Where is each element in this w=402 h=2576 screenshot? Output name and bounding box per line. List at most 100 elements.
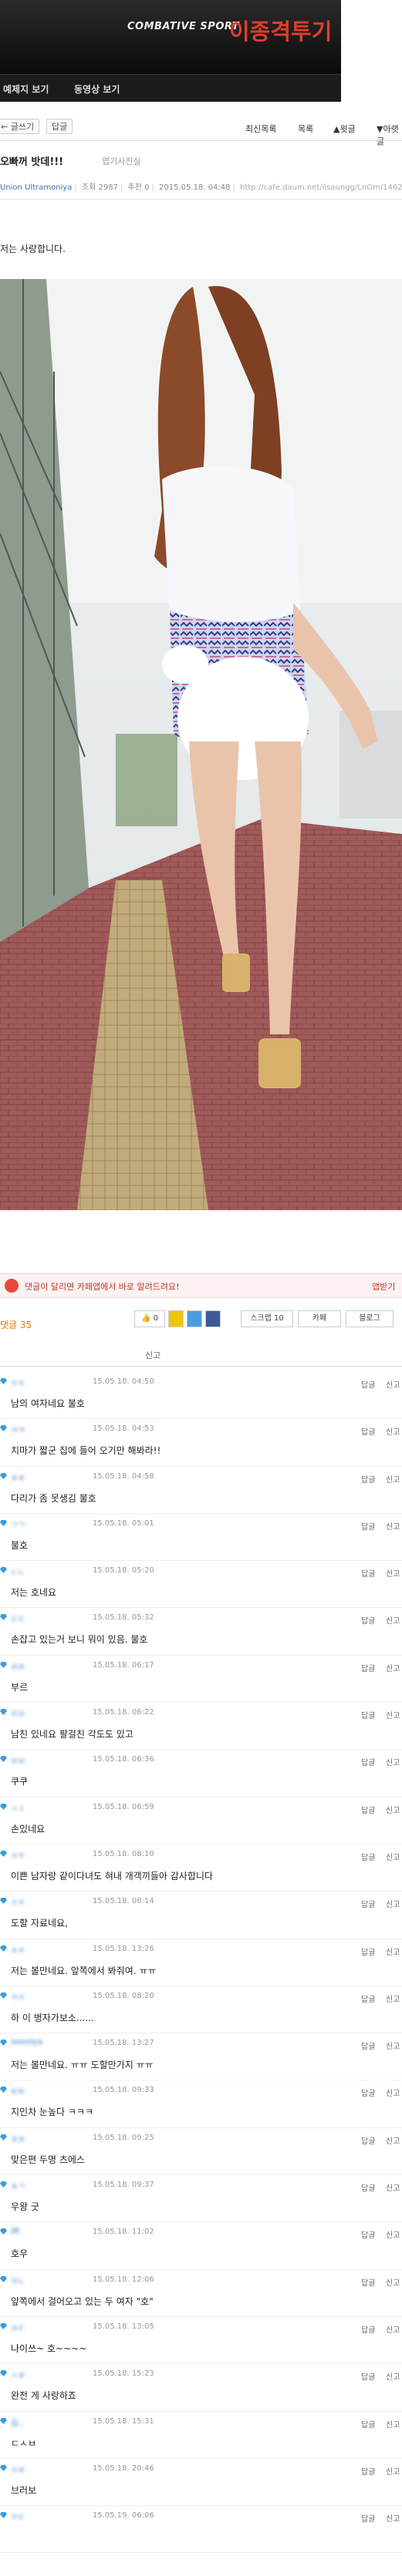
comment-author[interactable]: ㅋㅈ xyxy=(11,1991,25,2003)
comment-author[interactable]: moniya xyxy=(11,2038,42,2046)
like-button[interactable]: 👍 0 xyxy=(134,1310,165,1327)
comment-author[interactable]: ㄷㄷ xyxy=(11,1613,25,1624)
comment-count[interactable]: 댓글 35 xyxy=(0,1318,32,1331)
comment-reply-link[interactable]: 답글 xyxy=(361,1993,375,2004)
comment-author[interactable]: ㄴㄴ xyxy=(11,1565,25,1577)
comment-reply-link[interactable]: 답글 xyxy=(361,2228,375,2240)
write-button[interactable]: ← 글쓰기 xyxy=(0,119,40,134)
reply-button[interactable]: 답글 xyxy=(46,119,73,134)
comment-report-link[interactable]: 신고 xyxy=(386,2323,400,2335)
comment-item: JB 15.05.18. 11:02 호우 답글 신고 xyxy=(0,2222,402,2270)
comment-report-link[interactable]: 신고 xyxy=(386,2040,400,2051)
list-link[interactable]: 목록 xyxy=(298,123,313,135)
comment-reply-link[interactable]: 답글 xyxy=(361,2323,375,2335)
comment-report-link[interactable]: 신고 xyxy=(386,1945,400,1957)
kakao-icon[interactable] xyxy=(168,1310,184,1327)
comment-author[interactable]: ㅎㄱ xyxy=(11,2180,25,2191)
banner-title[interactable]: 이종격투기 xyxy=(229,14,332,46)
comment-author[interactable]: ㅁㄴ xyxy=(11,2275,25,2286)
comment-author[interactable]: ㅈㄷ xyxy=(11,2510,25,2522)
comment-reply-link[interactable]: 답글 xyxy=(361,1804,375,1815)
comment-report-link[interactable]: 신고 xyxy=(386,1567,400,1579)
comment-report-link[interactable]: 신고 xyxy=(386,1520,400,1532)
comment-reply-link[interactable]: 답글 xyxy=(361,1898,375,1909)
comment-report-link[interactable]: 신고 xyxy=(386,2418,400,2430)
comment-report-link[interactable]: 신고 xyxy=(386,2276,400,2288)
comment-reply-link[interactable]: 답글 xyxy=(361,1520,375,1532)
nav-video-link[interactable]: 동영상 보기 xyxy=(74,82,120,96)
comment-report-link[interactable]: 신고 xyxy=(386,1756,400,1767)
comment-report-link[interactable]: 신고 xyxy=(386,1898,400,1909)
comment-reply-link[interactable]: 답글 xyxy=(361,1709,375,1720)
comment-author[interactable]: ㅊㅊ xyxy=(11,1944,25,1956)
comment-report-link[interactable]: 신고 xyxy=(386,1804,400,1815)
comment-author[interactable]: ㅅㄹ xyxy=(11,2369,25,2380)
comment-reply-link[interactable]: 답글 xyxy=(361,2181,375,2193)
comment-author[interactable]: JB xyxy=(11,2227,19,2235)
comment-reply-link[interactable]: 답글 xyxy=(361,1425,375,1437)
comment-reply-link[interactable]: 답글 xyxy=(361,1756,375,1767)
post-category[interactable]: 엽기사진실 xyxy=(102,155,141,167)
comment-report-link[interactable]: 신고 xyxy=(386,1993,400,2004)
comment-author[interactable]: ㅂㄷ xyxy=(11,2322,25,2333)
comment-reply-link[interactable]: 답글 xyxy=(361,2465,375,2477)
comment-reply-link[interactable]: 답글 xyxy=(361,2087,375,2098)
comment-report-link[interactable]: 신고 xyxy=(386,2134,400,2146)
comment-reply-link[interactable]: 답글 xyxy=(361,1378,375,1390)
comment-reply-link[interactable]: 답글 xyxy=(361,2276,375,2288)
comment-reply-link[interactable]: 답글 xyxy=(361,2040,375,2051)
comment-report-link[interactable]: 신고 xyxy=(386,2087,400,2098)
comment-report-link[interactable]: 신고 xyxy=(386,1473,400,1485)
comment-reply-link[interactable]: 답글 xyxy=(361,1567,375,1579)
cafe-share-button[interactable]: 카페 xyxy=(298,1310,341,1327)
comment-report-link[interactable]: 신고 xyxy=(386,2512,400,2524)
comment-author[interactable]: ㄹㄹ xyxy=(11,1660,25,1672)
comment-author[interactable]: ㅅㅅ xyxy=(11,1802,25,1814)
comment-report-link[interactable]: 신고 xyxy=(386,2228,400,2240)
comment-author[interactable]: ㅌㅌ xyxy=(11,2085,25,2097)
comment-report-link[interactable]: 신고 xyxy=(386,2465,400,2477)
comment-author[interactable]: ㅈㅈ xyxy=(11,1896,25,1908)
post-url[interactable]: http://cafe.daum.net/ilsaungg/LnOm/14626… xyxy=(240,183,402,192)
comment-report-link[interactable]: 신고 xyxy=(386,1614,400,1626)
comment-report-link[interactable]: 신고 xyxy=(386,2370,400,2382)
latest-list-link[interactable]: 최신목록 xyxy=(245,123,276,135)
facebook-icon[interactable] xyxy=(205,1310,221,1327)
comment-reply-link[interactable]: 답글 xyxy=(361,1851,375,1862)
comment-reply-link[interactable]: 답글 xyxy=(361,2370,375,2382)
app-download-link[interactable]: 앱받기 xyxy=(372,1280,395,1293)
blog-share-button[interactable]: 블로그 xyxy=(346,1310,394,1327)
comment-author[interactable]: ㅇㅈ xyxy=(11,1849,25,1861)
comment-report-link[interactable]: 신고 xyxy=(386,1378,400,1390)
next-post-link[interactable]: ▼아랫글 xyxy=(377,123,402,147)
comment-report-link[interactable]: 신고 xyxy=(386,2181,400,2193)
comment-reply-link[interactable]: 답글 xyxy=(361,1945,375,1957)
comment-reply-link[interactable]: 답글 xyxy=(361,1614,375,1626)
comment-item: ㅊㅊ 15.05.18. 13:26 저는 볼만네요. 앞쪽에서 봐줘여. ㅠㅠ 답글… xyxy=(0,1939,402,1986)
nav-gallery-link[interactable]: 예제지 보기 xyxy=(3,82,49,96)
comment-author[interactable]: ㅍㅍ xyxy=(11,2133,25,2144)
comment-report-link[interactable]: 신고 xyxy=(386,1709,400,1720)
comment-reply-link[interactable]: 답글 xyxy=(361,2512,375,2524)
comment-author[interactable]: ㄱㄱ xyxy=(11,1518,25,1530)
comment-author[interactable]: ㅇㄹ xyxy=(11,2463,25,2475)
comment-author[interactable]: ㅇㅇ xyxy=(11,1377,25,1388)
comment-author[interactable]: ㅎㅎ xyxy=(11,1471,25,1483)
scrap-button[interactable]: 스크랩 10 xyxy=(241,1310,293,1327)
comment-report-link[interactable]: 신고 xyxy=(386,1851,400,1862)
gem-icon xyxy=(0,1567,7,1574)
comment-reply-link[interactable]: 답글 xyxy=(361,2418,375,2430)
comment-report-link[interactable]: 신고 xyxy=(386,1425,400,1437)
comment-author[interactable]: 김.. xyxy=(11,2416,24,2428)
comment-report-link[interactable]: 신고 xyxy=(386,1662,400,1673)
prev-post-link[interactable]: ▲윗글 xyxy=(333,123,356,135)
comment-author[interactable]: ㅁㅁ xyxy=(11,1707,25,1719)
comment-author[interactable]: ㅋㅋ xyxy=(11,1424,25,1435)
twitter-icon[interactable] xyxy=(187,1310,202,1327)
comment-reply-link[interactable]: 답글 xyxy=(361,1473,375,1485)
comment-reply-link[interactable]: 답글 xyxy=(361,1662,375,1673)
post-report-link[interactable]: 신고 xyxy=(145,1349,160,1361)
comment-reply-link[interactable]: 답글 xyxy=(361,2134,375,2146)
post-author[interactable]: Union Ultramoniya xyxy=(0,183,72,192)
comment-author[interactable]: ㅂㅂ xyxy=(11,1754,25,1766)
